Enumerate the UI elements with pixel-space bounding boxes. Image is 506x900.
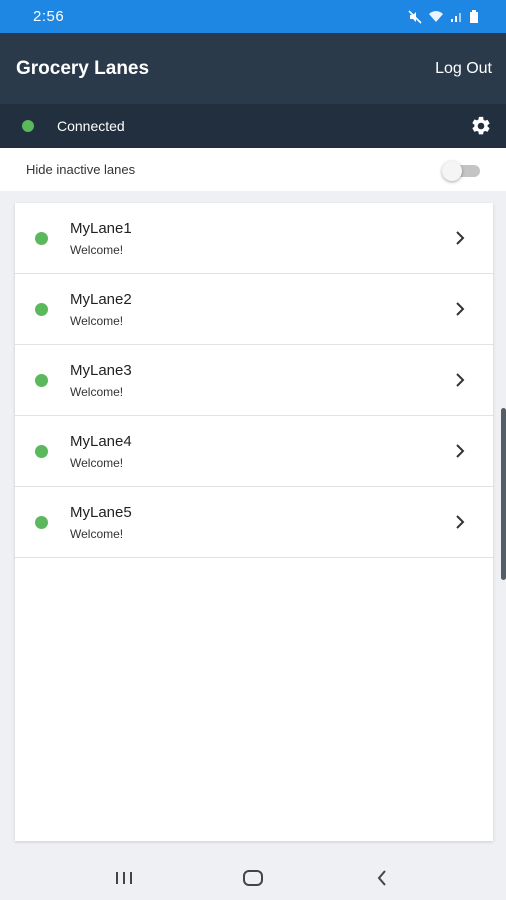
status-time: 2:56 (33, 8, 65, 25)
lane-message: Welcome! (70, 455, 124, 470)
lane-row[interactable]: MyLane4 Welcome! (15, 416, 493, 487)
lane-status-dot (35, 444, 48, 458)
lane-status-dot (35, 231, 48, 245)
home-icon (242, 869, 263, 886)
connection-status-label: Connected (57, 118, 125, 134)
lane-row[interactable]: MyLane3 Welcome! (15, 345, 493, 416)
logout-button[interactable]: Log Out (435, 60, 492, 78)
lane-list: MyLane1 Welcome! MyLane2 Welcome! MyLane… (15, 203, 493, 841)
chevron-right-icon (456, 444, 465, 458)
lane-message: Welcome! (70, 313, 124, 328)
connection-bar: Connected (0, 104, 506, 148)
lane-row[interactable]: MyLane5 Welcome! (15, 487, 493, 558)
lane-status-dot (35, 515, 48, 529)
lane-row[interactable]: MyLane1 Welcome! (15, 203, 493, 274)
hide-inactive-toggle[interactable] (442, 160, 482, 181)
toggle-thumb (442, 160, 462, 181)
scrollbar[interactable] (501, 408, 506, 580)
lane-text: MyLane4 Welcome! (70, 433, 455, 470)
app-header: Grocery Lanes Log Out (0, 33, 506, 104)
lane-message: Welcome! (70, 526, 124, 541)
chevron-right-icon (456, 231, 465, 245)
recents-button[interactable] (104, 863, 144, 893)
hide-inactive-row: Hide inactive lanes (0, 148, 506, 191)
lane-message: Welcome! (70, 242, 124, 257)
back-icon (377, 869, 386, 886)
battery-icon (470, 10, 478, 23)
lane-text: MyLane3 Welcome! (70, 362, 455, 399)
lane-name: MyLane4 (70, 432, 132, 450)
system-nav-bar (0, 855, 506, 900)
signal-icon (451, 13, 461, 22)
chevron-right-icon (456, 373, 465, 387)
chevron-right-icon (456, 515, 465, 529)
status-icons (408, 9, 478, 24)
lane-row[interactable]: MyLane2 Welcome! (15, 274, 493, 345)
chevron-right-icon (456, 302, 465, 316)
recents-icon (116, 871, 133, 884)
app-title: Grocery Lanes (16, 57, 150, 79)
lane-text: MyLane1 Welcome! (70, 220, 455, 257)
lane-text: MyLane2 Welcome! (70, 291, 455, 328)
lane-name: MyLane1 (70, 219, 132, 237)
lane-message: Welcome! (70, 384, 124, 399)
lane-name: MyLane2 (70, 290, 132, 308)
status-bar: 2:56 (0, 0, 506, 33)
gear-icon[interactable] (470, 115, 492, 137)
hide-inactive-label: Hide inactive lanes (26, 162, 136, 177)
lane-name: MyLane3 (70, 361, 132, 379)
lane-status-dot (35, 302, 48, 316)
lane-name: MyLane5 (70, 503, 132, 521)
connection-status-dot (22, 120, 34, 132)
lane-status-dot (35, 373, 48, 387)
lane-text: MyLane5 Welcome! (70, 504, 455, 541)
home-button[interactable] (233, 863, 273, 893)
back-button[interactable] (362, 863, 402, 893)
wifi-icon (429, 11, 443, 22)
mute-icon (408, 9, 422, 24)
